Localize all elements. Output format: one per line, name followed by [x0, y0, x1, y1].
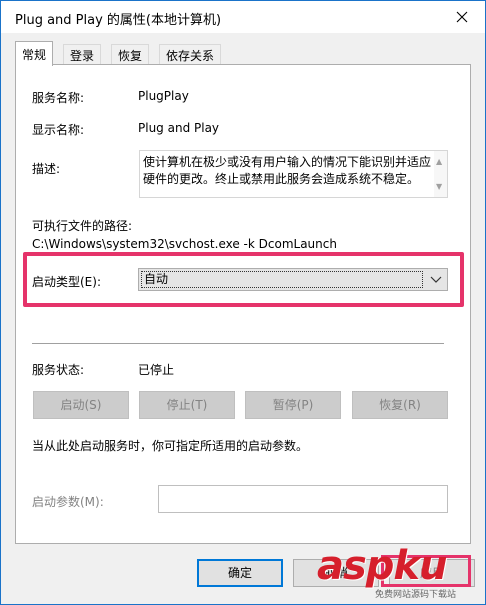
general-panel: 服务名称: PlugPlay 显示名称: Plug and Play 描述: 使… [15, 64, 471, 544]
service-status-label: 服务状态: [32, 363, 85, 377]
window-title: Plug and Play 的属性(本地计算机) [15, 13, 222, 28]
description-text: 使计算机在极少或没有用户输入的情况下能识别并适应硬件的更改。终止或禁用此服务会造… [143, 155, 432, 186]
service-name-value: PlugPlay [138, 89, 189, 103]
start-params-label: 启动参数(M): [32, 495, 104, 509]
chevron-down-icon [430, 276, 442, 283]
section-divider [32, 343, 444, 344]
stop-button[interactable]: 停止(T) [139, 391, 235, 419]
watermark-subtext: 免费网站源码下载站 [375, 590, 457, 600]
exe-path-label: 可执行文件的路径: [32, 219, 133, 233]
start-params-input[interactable] [158, 485, 448, 513]
tab-dependencies[interactable]: 依存关系 [159, 44, 222, 65]
start-params-hint: 当从此处启动服务时，你可指定所适用的启动参数。 [32, 439, 309, 453]
startup-type-label: 启动类型(E): [32, 275, 101, 289]
startup-type-value: 自动 [141, 271, 423, 288]
service-name-label: 服务名称: [32, 91, 85, 105]
exe-path-value: C:\Windows\system32\svchost.exe -k DcomL… [32, 237, 337, 251]
tab-general[interactable]: 常规 [15, 41, 54, 66]
ok-button[interactable]: 确定 [197, 559, 283, 587]
title-bar[interactable]: Plug and Play 的属性(本地计算机) [1, 1, 485, 33]
description-textbox[interactable]: 使计算机在极少或没有用户输入的情况下能识别并适应硬件的更改。终止或禁用此服务会造… [139, 150, 448, 198]
pause-button[interactable]: 暂停(P) [245, 391, 341, 419]
scroll-up-icon[interactable]: ▲ [436, 153, 442, 170]
description-scrollbar[interactable]: ▲ ▼ [434, 151, 447, 197]
close-button[interactable] [439, 1, 485, 32]
watermark-text: aspku [317, 543, 448, 589]
description-label: 描述: [32, 162, 61, 176]
watermark-logo: aspku 免费网站源码下载站 [317, 543, 477, 603]
properties-dialog: Plug and Play 的属性(本地计算机) 常规 登录 恢复 依存关系 服… [0, 0, 486, 605]
resume-button[interactable]: 恢复(R) [352, 391, 448, 419]
tab-recovery[interactable]: 恢复 [111, 44, 150, 65]
close-icon [456, 11, 468, 22]
tab-logon[interactable]: 登录 [63, 44, 102, 65]
service-status-value: 已停止 [138, 363, 175, 377]
startup-type-select[interactable]: 自动 [138, 268, 448, 291]
start-button[interactable]: 启动(S) [33, 391, 129, 419]
scroll-down-icon[interactable]: ▼ [436, 178, 442, 195]
display-name-label: 显示名称: [32, 123, 85, 137]
display-name-value: Plug and Play [138, 121, 220, 135]
